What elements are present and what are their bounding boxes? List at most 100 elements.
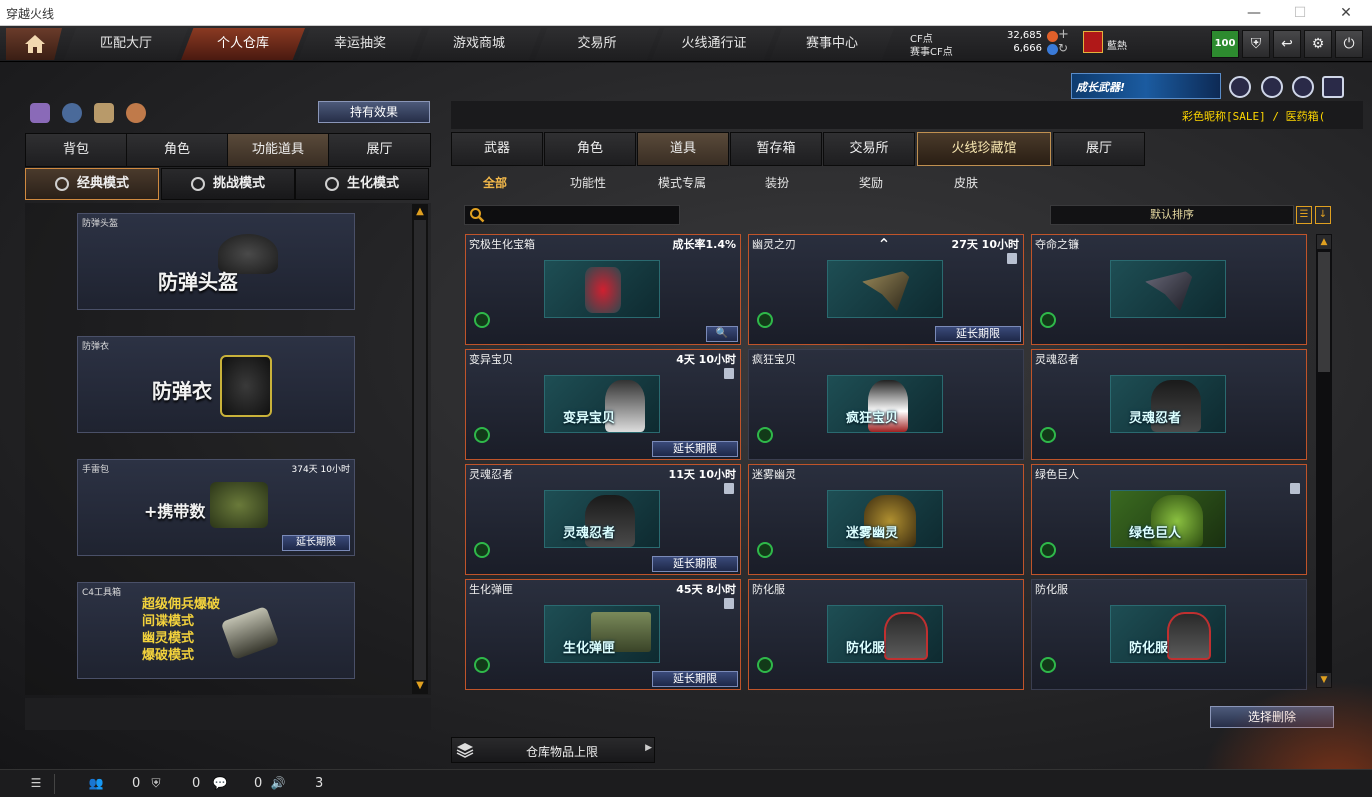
subtab-all[interactable]: 全部 [483,174,507,191]
scroll-down-icon[interactable]: ▼ [1317,673,1331,687]
storage-capacity-button[interactable]: 仓库物品上限 ▶ [451,737,655,763]
item-card[interactable]: 变异宝贝 4天 10小时 变异宝贝 延长期限 [465,349,741,460]
sort-direction-icon[interactable]: ↓ [1315,206,1331,224]
item-card[interactable]: 防化服 防化服 [748,579,1024,690]
right-scrollbar[interactable]: ▲ ▼ [1316,234,1332,688]
growth-weapon-banner[interactable]: 成长武器! [1071,73,1221,99]
emblem-icon-2[interactable] [1261,76,1283,98]
chevron-up-icon[interactable]: ⌃ [873,237,895,253]
right-tab-showroom[interactable]: 展厅 [1053,132,1145,166]
sort-dropdown[interactable]: 默认排序 [1050,205,1294,225]
nav-tab-lucky-draw[interactable]: 幸运抽奖 [298,28,422,60]
shield-icon[interactable]: ⛨ [1242,30,1270,58]
item-card[interactable]: 防化服 防化服 [1031,579,1307,690]
scroll-thumb[interactable] [1318,252,1330,372]
bag-icon[interactable] [126,103,146,123]
emblem-icon-3[interactable] [1292,76,1314,98]
item-card[interactable]: 灵魂忍者 灵魂忍者 [1031,349,1307,460]
item-card[interactable]: 生化弹匣 45天 8小时 生化弹匣 延长期限 [465,579,741,690]
trash-icon[interactable] [1007,253,1017,264]
scroll-thumb[interactable] [414,220,426,680]
nav-tab-game-store[interactable]: 游戏商城 [417,28,541,60]
item-card[interactable]: 灵魂忍者 11天 10小时 灵魂忍者 延长期限 [465,464,741,575]
refresh-icon[interactable]: ↻ [1058,41,1068,55]
item-card[interactable]: 迷雾幽灵 迷雾幽灵 [748,464,1024,575]
left-card-c4[interactable]: C4工具箱 超级佣兵爆破 间谍模式 幽灵模式 爆破模式 [77,582,355,679]
search-box[interactable] [464,205,680,225]
gear-icon[interactable]: ⚙ [1304,30,1332,58]
friends-icon[interactable]: 👥 [88,776,104,792]
subtab-functional[interactable]: 功能性 [570,174,606,191]
extend-button[interactable]: 延长期限 [652,441,738,457]
add-currency-icon[interactable]: + [1058,27,1069,42]
maximize-button[interactable]: ☐ [1290,3,1310,23]
scroll-up-icon[interactable]: ▲ [1317,235,1331,249]
right-tab-collection-hall[interactable]: 火线珍藏馆 [917,132,1051,166]
extend-button[interactable]: 延长期限 [652,556,738,572]
left-tab-showroom[interactable]: 展厅 [329,134,430,166]
scroll-down-icon[interactable]: ▼ [412,679,428,693]
item-card[interactable]: 绿色巨人 绿色巨人 [1031,464,1307,575]
item-card[interactable]: 究极生化宝箱 成长率1.4% 🔍 [465,234,741,345]
close-button[interactable]: ✕ [1336,3,1356,23]
delete-selected-button[interactable]: 选择删除 [1210,706,1334,728]
chat-icon[interactable]: 💬 [212,776,228,792]
emblem-icon-4[interactable] [1322,76,1344,98]
nav-tab-battle-pass[interactable]: 火线通行证 [652,28,776,60]
extend-button[interactable]: 延长期限 [935,326,1021,342]
left-scrollbar[interactable]: ▲ ▼ [412,204,428,694]
left-tab-backpack[interactable]: 背包 [26,134,127,166]
level-badge[interactable]: 100 [1211,30,1239,58]
nav-tab-event-center[interactable]: 赛事中心 [770,28,894,60]
item-card[interactable]: 夺命之镰 [1031,234,1307,345]
left-card-helmet[interactable]: 防弹头盔 防弹头盔 [77,213,355,310]
extend-button[interactable]: 延长期限 [282,535,350,551]
right-tab-items[interactable]: 道具 [637,132,729,166]
list-view-icon[interactable]: ☰ [1296,206,1312,224]
right-tab-temp-box[interactable]: 暂存箱 [730,132,822,166]
subtab-mode-exclusive[interactable]: 模式专属 [658,174,706,191]
history-icon[interactable] [62,103,82,123]
emblem-icon-1[interactable] [1229,76,1251,98]
subtab-reward[interactable]: 奖励 [859,174,883,191]
trash-icon[interactable] [724,598,734,609]
left-tab-character[interactable]: 角色 [127,134,228,166]
menu-icon[interactable]: ☰ [28,776,44,792]
clan-icon[interactable]: ⛨ [148,776,164,792]
card-title: 防弹头盔 [82,219,119,229]
crosshair-icon [54,176,69,191]
volume-icon[interactable]: 🔊 [270,776,286,792]
item-card[interactable]: 幽灵之刃 ⌃ 27天 10小时 延长期限 [748,234,1024,345]
trash-icon[interactable] [724,368,734,379]
biohazard-icon [1040,657,1056,673]
trash-icon[interactable] [724,483,734,494]
stats-icon[interactable] [30,103,50,123]
right-tab-weapons[interactable]: 武器 [451,132,543,166]
left-tab-function-items[interactable]: 功能道具 [228,134,329,166]
home-button[interactable] [6,28,62,60]
scroll-up-icon[interactable]: ▲ [412,205,428,219]
nav-tab-personal-storage[interactable]: 个人仓库 [181,28,305,60]
mode-classic[interactable]: 经典模式 [25,168,159,200]
inspect-button[interactable]: 🔍 [706,326,738,342]
subtab-skin[interactable]: 皮肤 [954,174,978,191]
extend-button[interactable]: 延长期限 [652,671,738,687]
left-card-grenade[interactable]: 手雷包 374天 10小时 +携带数 延长期限 [77,459,355,556]
character-icon[interactable] [94,103,114,123]
right-tab-exchange[interactable]: 交易所 [823,132,915,166]
hold-effect-button[interactable]: 持有效果 [318,101,430,123]
left-card-vest[interactable]: 防弹衣 防弹衣 [77,336,355,433]
nav-tab-match-hall[interactable]: 匹配大厅 [64,28,188,60]
nav-tab-exchange[interactable]: 交易所 [535,28,659,60]
trash-icon[interactable] [1290,483,1300,494]
item-card[interactable]: 疯狂宝贝 疯狂宝贝 [748,349,1024,460]
mode-challenge[interactable]: 挑战模式 [161,168,295,200]
return-icon[interactable]: ↩ [1273,30,1301,58]
mode-biochemical[interactable]: 生化模式 [295,168,429,200]
right-tab-characters[interactable]: 角色 [544,132,636,166]
minimize-button[interactable]: — [1244,3,1264,23]
mode-classic-label: 经典模式 [76,176,129,191]
power-icon[interactable]: ⏻ [1335,30,1363,58]
search-input[interactable] [489,207,675,223]
subtab-decoration[interactable]: 装扮 [765,174,789,191]
